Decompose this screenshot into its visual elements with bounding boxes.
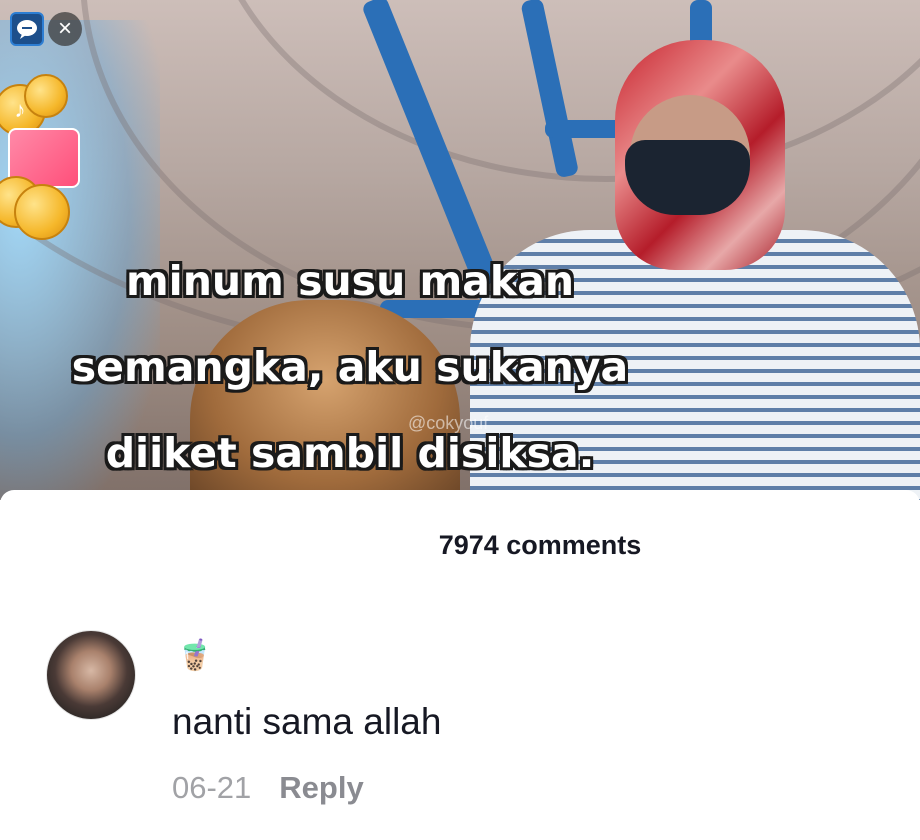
- reward-widget[interactable]: ♪: [0, 74, 90, 240]
- close-icon[interactable]: ×: [48, 12, 82, 46]
- reply-button[interactable]: Reply: [279, 770, 363, 806]
- comment-date: 06-21: [172, 770, 252, 805]
- avatar[interactable]: [46, 630, 136, 720]
- face-mask: [625, 140, 750, 215]
- caption-line: diiket sambil disiksa.: [105, 429, 595, 477]
- comments-count: 7974 comments: [438, 530, 642, 560]
- top-controls: ×: [10, 12, 82, 46]
- comment-text: nanti sama allah: [172, 701, 442, 742]
- caption-line: semangka, aku sukanya: [71, 343, 629, 391]
- tiktok-coin-icon: [14, 184, 70, 240]
- video-watermark: @cokyouf: [408, 413, 489, 433]
- chat-bubble-icon[interactable]: [10, 12, 44, 46]
- tiktok-coin-icon: [24, 74, 68, 118]
- comment-item: 🧋 nanti sama allah 06-21 Reply: [0, 630, 920, 830]
- comments-sheet: 7974 comments 🧋 nanti sama allah 06-21 R…: [0, 490, 920, 840]
- comment-username[interactable]: 🧋: [176, 638, 213, 674]
- caption-line: minum susu makan: [125, 257, 575, 305]
- comment-meta: 06-21 Reply: [172, 770, 364, 806]
- video-player[interactable]: minum susu makan semangka, aku sukanya d…: [0, 0, 920, 500]
- video-caption: minum susu makan semangka, aku sukanya d…: [20, 238, 680, 496]
